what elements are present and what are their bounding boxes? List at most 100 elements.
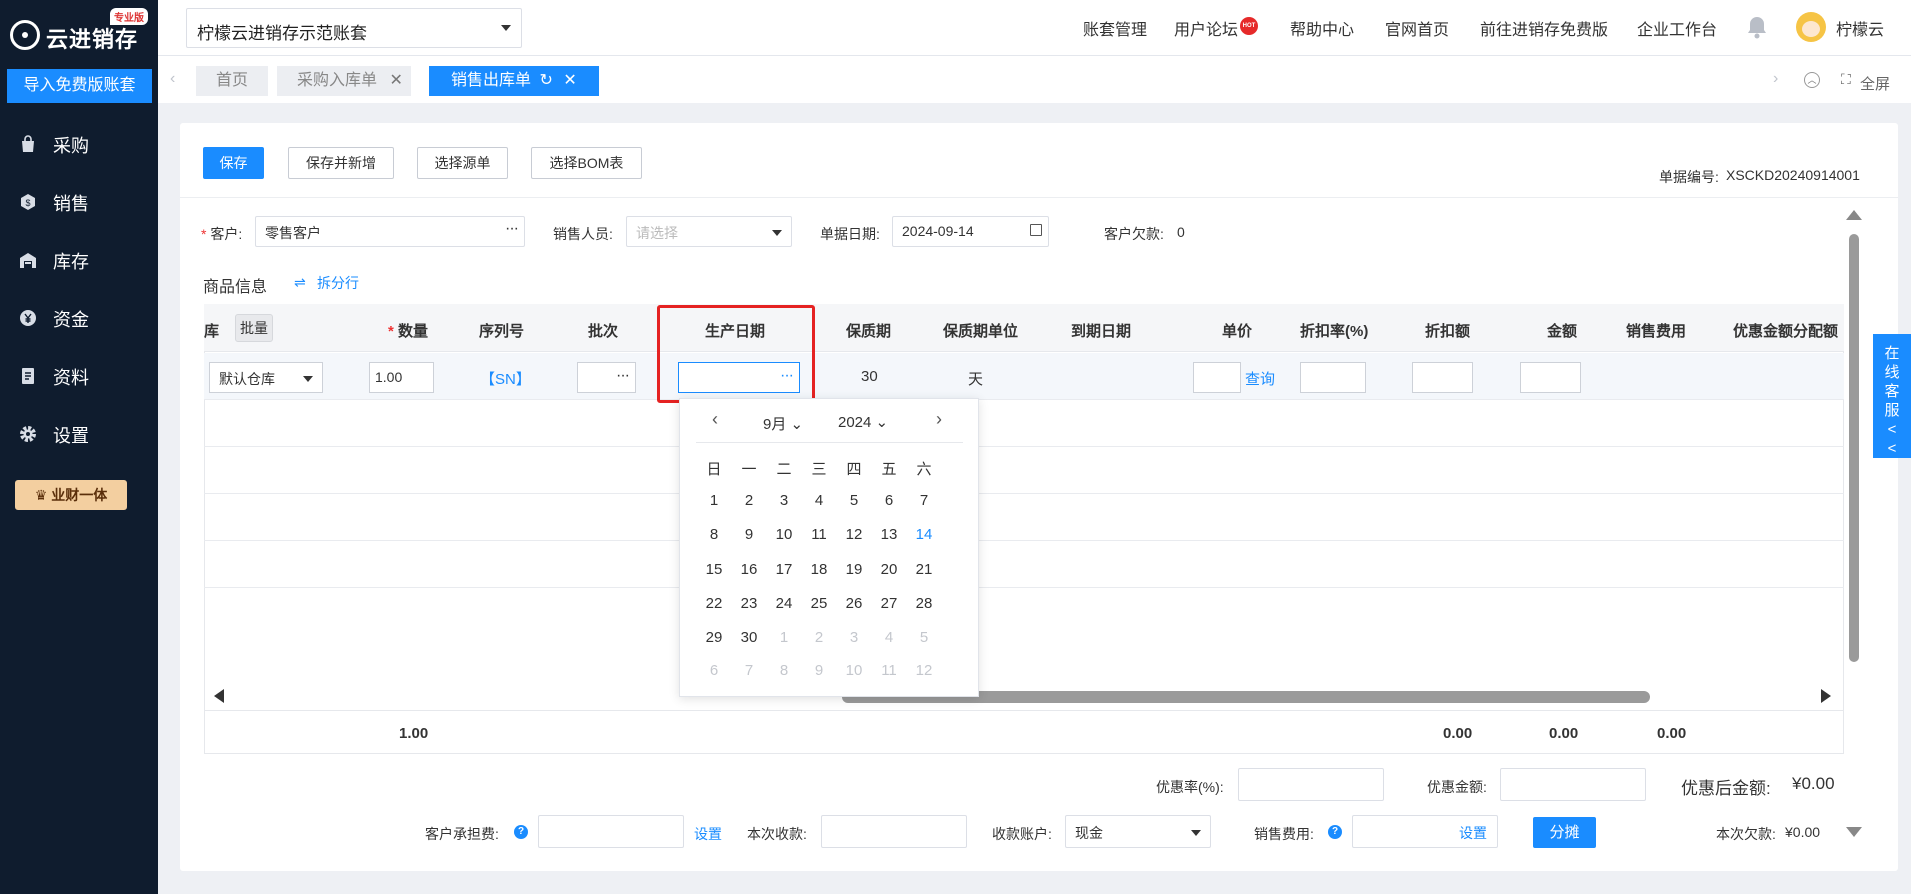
bell-icon[interactable]: [1745, 14, 1769, 40]
calendar-day[interactable]: 29: [698, 629, 730, 646]
free-version-link[interactable]: 前往进销存免费版: [1480, 16, 1608, 40]
calendar-day-today[interactable]: 14: [908, 526, 940, 543]
calendar-day[interactable]: 1: [768, 629, 800, 646]
amount-input[interactable]: [1520, 362, 1581, 393]
allocate-button[interactable]: 分摊: [1533, 817, 1596, 848]
scroll-left-icon[interactable]: [214, 689, 224, 703]
calendar-day[interactable]: 18: [803, 561, 835, 578]
tab-purchase-inbound[interactable]: 采购入库单 ✕: [277, 66, 411, 96]
select-source-button[interactable]: 选择源单: [417, 147, 508, 179]
username[interactable]: 柠檬云: [1836, 16, 1884, 40]
sales-fee-input[interactable]: 设置: [1352, 815, 1498, 848]
price-query-link[interactable]: 查询: [1245, 368, 1275, 389]
calendar-day[interactable]: 6: [698, 662, 730, 679]
calendar-icon[interactable]: [1030, 224, 1042, 236]
sidebar-item-sales[interactable]: $ 销售: [0, 182, 158, 222]
discount-rate-input[interactable]: [1238, 768, 1384, 801]
calendar-day[interactable]: 8: [768, 662, 800, 679]
scroll-down-icon[interactable]: [1846, 827, 1862, 837]
salesperson-select[interactable]: 请选择: [626, 216, 792, 247]
customer-fee-input[interactable]: [538, 815, 684, 848]
calendar-day[interactable]: 17: [768, 561, 800, 578]
calendar-day[interactable]: 5: [908, 629, 940, 646]
discount-rate-input[interactable]: [1300, 362, 1366, 393]
calendar-day[interactable]: 10: [838, 662, 870, 679]
avatar[interactable]: [1796, 12, 1826, 42]
batch-input[interactable]: ···: [577, 362, 636, 393]
calendar-day[interactable]: 25: [803, 595, 835, 612]
calendar-day[interactable]: 21: [908, 561, 940, 578]
calendar-day[interactable]: 1: [698, 492, 730, 509]
business-finance-promo[interactable]: ♛ 业财一体: [15, 480, 127, 510]
discount-amount-input[interactable]: [1500, 768, 1646, 801]
calendar-day[interactable]: 20: [873, 561, 905, 578]
batch-button[interactable]: 批量: [235, 314, 273, 342]
calendar-day[interactable]: 4: [873, 629, 905, 646]
date-input[interactable]: 2024-09-14: [892, 216, 1049, 247]
split-row-button[interactable]: 拆分行: [317, 273, 359, 293]
sales-fee-settings-link[interactable]: 设置: [1459, 823, 1487, 843]
calendar-day[interactable]: 2: [803, 629, 835, 646]
close-icon[interactable]: ✕: [563, 72, 576, 89]
calendar-day[interactable]: 23: [733, 595, 765, 612]
customer-fee-settings-link[interactable]: 设置: [694, 824, 722, 844]
tab-home[interactable]: 首页: [196, 66, 268, 96]
more-icon[interactable]: ···: [616, 367, 630, 385]
calendar-day[interactable]: 26: [838, 595, 870, 612]
calendar-day[interactable]: 2: [733, 492, 765, 509]
tab-scroll-right-icon[interactable]: ›: [1773, 70, 1778, 88]
calendar-day[interactable]: 19: [838, 561, 870, 578]
calendar-day[interactable]: 28: [908, 595, 940, 612]
refresh-icon[interactable]: ↻: [539, 72, 552, 89]
collapse-up-icon[interactable]: ︿: [1804, 72, 1820, 88]
next-month-icon[interactable]: ›: [936, 409, 942, 430]
fullscreen-label[interactable]: 全屏: [1860, 73, 1890, 94]
calendar-day[interactable]: 9: [733, 526, 765, 543]
sidebar-item-data[interactable]: 资料: [0, 356, 158, 396]
calendar-day[interactable]: 3: [768, 492, 800, 509]
sidebar-item-settings[interactable]: 设置: [0, 414, 158, 454]
brand-logo[interactable]: 云进销存 专业版: [10, 8, 150, 54]
save-button[interactable]: 保存: [203, 147, 264, 179]
calendar-day[interactable]: 11: [873, 662, 905, 679]
calendar-day[interactable]: 7: [733, 662, 765, 679]
split-row-icon[interactable]: ⇌: [294, 274, 306, 291]
calendar-day[interactable]: 27: [873, 595, 905, 612]
calendar-day[interactable]: 3: [838, 629, 870, 646]
calendar-day[interactable]: 4: [803, 492, 835, 509]
account-management-link[interactable]: 账套管理: [1083, 16, 1147, 40]
select-bom-button[interactable]: 选择BOM表: [531, 147, 642, 179]
help-icon[interactable]: ?: [514, 825, 528, 839]
year-select[interactable]: 2024 ⌄: [838, 413, 888, 431]
close-icon[interactable]: ✕: [389, 72, 402, 89]
serial-link[interactable]: 【SN】: [480, 368, 531, 389]
account-select[interactable]: 柠檬云进销存示范账套: [186, 8, 522, 48]
vertical-scrollbar[interactable]: [1849, 234, 1859, 662]
official-site-link[interactable]: 官网首页: [1385, 16, 1449, 40]
help-center-link[interactable]: 帮助中心: [1290, 16, 1354, 40]
online-service-button[interactable]: 在线客服<<: [1873, 334, 1911, 458]
calendar-day[interactable]: 7: [908, 492, 940, 509]
sidebar-item-funds[interactable]: 资金: [0, 298, 158, 338]
calendar-day[interactable]: 10: [768, 526, 800, 543]
import-free-account-button[interactable]: 导入免费版账套: [7, 69, 152, 103]
sidebar-item-purchase[interactable]: 采购: [0, 124, 158, 164]
calendar-day[interactable]: 24: [768, 595, 800, 612]
calendar-day[interactable]: 6: [873, 492, 905, 509]
calendar-day[interactable]: 11: [803, 526, 835, 543]
user-forum-link[interactable]: 用户论坛: [1174, 16, 1238, 40]
scroll-right-icon[interactable]: [1821, 689, 1831, 703]
calendar-day[interactable]: 8: [698, 526, 730, 543]
more-icon[interactable]: ···: [505, 220, 519, 238]
sidebar-item-inventory[interactable]: 库存: [0, 240, 158, 280]
scroll-up-icon[interactable]: [1846, 210, 1862, 220]
calendar-day[interactable]: 5: [838, 492, 870, 509]
calendar-day[interactable]: 15: [698, 561, 730, 578]
tab-sales-outbound[interactable]: 销售出库单 ↻ ✕: [429, 66, 599, 96]
customer-input[interactable]: 零售客户 ···: [255, 216, 525, 247]
calendar-day[interactable]: 9: [803, 662, 835, 679]
calendar-day[interactable]: 22: [698, 595, 730, 612]
receipt-account-select[interactable]: 现金: [1065, 815, 1211, 848]
discount-amount-input[interactable]: [1412, 362, 1473, 393]
prev-month-icon[interactable]: ‹: [712, 409, 718, 430]
